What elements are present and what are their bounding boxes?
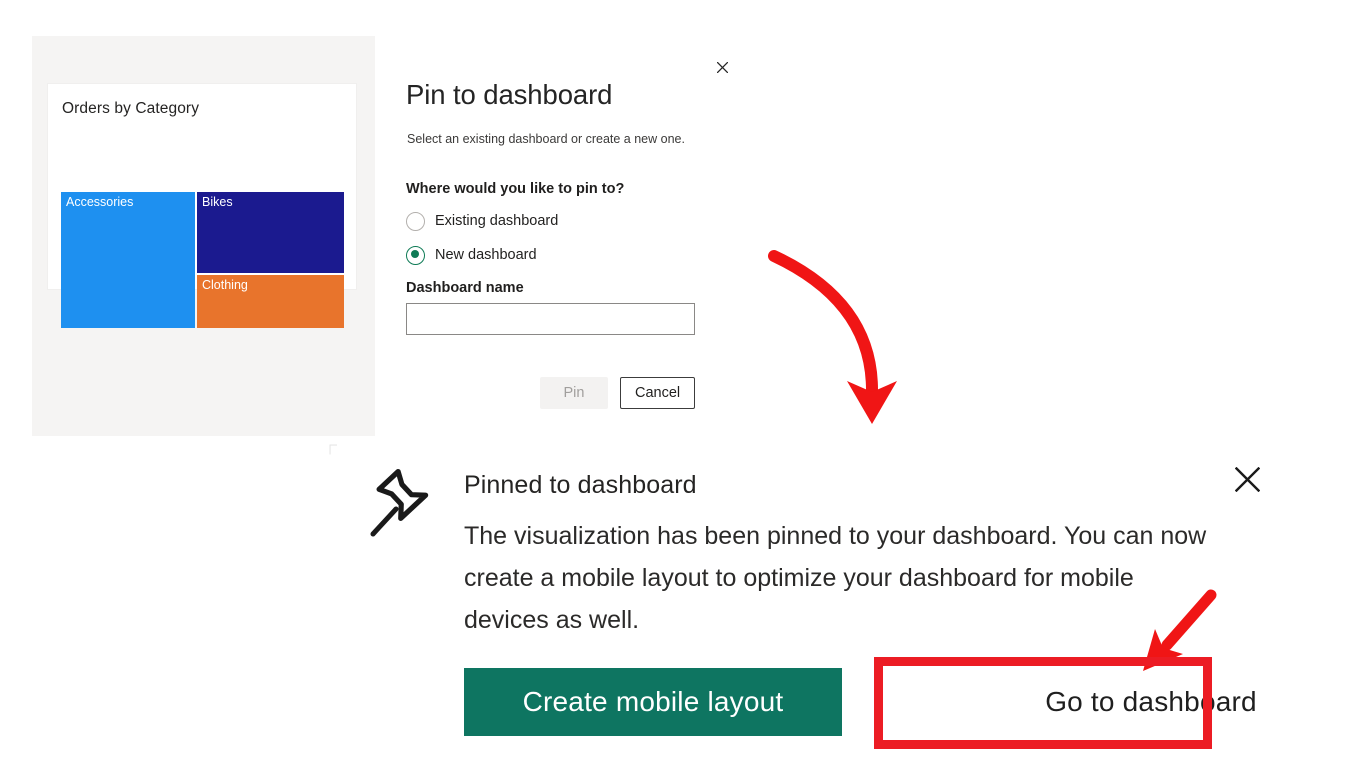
treemap-tile-accessories[interactable]: Accessories (61, 192, 195, 328)
dialog-subtitle: Select an existing dashboard or create a… (407, 132, 685, 146)
radio-existing-dashboard-label: Existing dashboard (435, 213, 559, 229)
pin-button[interactable]: Pin (540, 377, 608, 409)
visual-card[interactable]: Orders by Category Accessories Bikes Clo… (48, 84, 356, 328)
curved-arrow-annotation (768, 250, 897, 424)
treemap-tile-label: Bikes (202, 195, 233, 209)
radio-new-dashboard-label: New dashboard (435, 247, 537, 263)
visual-title: Orders by Category (62, 100, 200, 117)
dashboard-name-input[interactable] (406, 303, 695, 335)
dashboard-name-label: Dashboard name (406, 280, 524, 296)
treemap-tile-label: Accessories (66, 195, 134, 209)
pushpin-icon (370, 468, 429, 537)
close-icon[interactable] (1230, 462, 1264, 496)
go-to-dashboard-highlight-box (874, 657, 1212, 749)
create-mobile-layout-button[interactable]: Create mobile layout (464, 668, 842, 736)
cancel-button[interactable]: Cancel (620, 377, 696, 409)
close-icon[interactable] (709, 55, 735, 79)
notification-title: Pinned to dashboard (464, 471, 697, 499)
dialog-question-label: Where would you like to pin to? (406, 181, 625, 197)
pin-to-dashboard-dialog: Pin to dashboard Select an existing dash… (406, 52, 728, 422)
treemap-tile-label: Clothing (202, 278, 248, 292)
radio-unchecked-icon (406, 211, 425, 231)
dialog-title: Pin to dashboard (406, 79, 613, 110)
cursor-artifact-icon (329, 444, 337, 455)
notification-body: The visualization has been pinned to you… (464, 522, 1207, 634)
radio-new-dashboard[interactable]: New dashboard (406, 244, 537, 266)
radio-checked-icon (406, 245, 425, 265)
treemap-chart[interactable]: Accessories Bikes Clothing (61, 192, 344, 328)
dialog-action-row: Pin Cancel (540, 377, 696, 409)
report-canvas-panel: Orders by Category Accessories Bikes Clo… (32, 36, 375, 436)
radio-existing-dashboard[interactable]: Existing dashboard (406, 210, 558, 232)
treemap-tile-bikes[interactable]: Bikes (197, 192, 344, 273)
treemap-tile-clothing[interactable]: Clothing (197, 275, 344, 328)
